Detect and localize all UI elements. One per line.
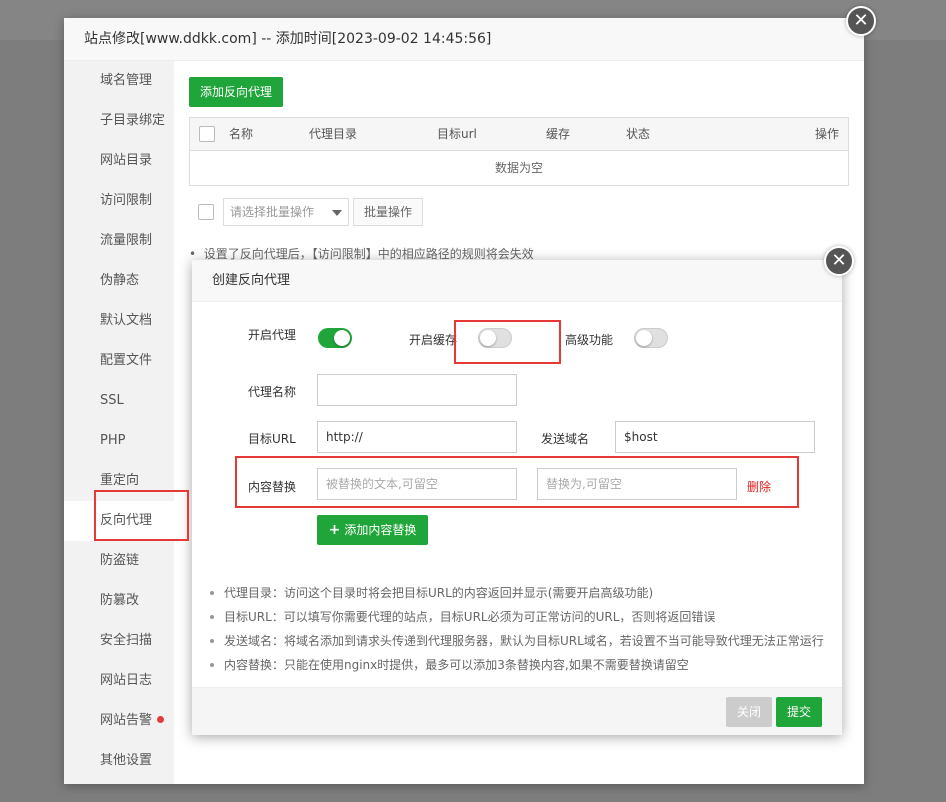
sidebar-item-label: 子目录绑定 — [100, 113, 166, 128]
add-replace-button[interactable]: + 添加内容替换 — [317, 515, 428, 545]
select-all-checkbox[interactable] — [199, 126, 215, 142]
sidebar-item-label: 重定向 — [100, 473, 140, 488]
empty-row: 数据为空 — [494, 161, 543, 175]
sidebar-item[interactable]: 其他设置 — [64, 741, 174, 781]
sidebar-item[interactable]: 子目录绑定 — [64, 101, 174, 141]
sidebar-item[interactable]: PHP — [64, 421, 174, 461]
col-target-url: 目标url — [437, 127, 477, 141]
sidebar-item-label: PHP — [100, 433, 126, 448]
col-proxy-dir: 代理目录 — [309, 127, 358, 141]
send-domain-label: 发送域名 — [541, 432, 590, 446]
sidebar-item-label: 默认文档 — [100, 313, 153, 328]
col-name: 名称 — [229, 127, 254, 141]
col-action: 操作 — [815, 127, 840, 141]
sidebar-item-label: 安全扫描 — [100, 633, 153, 648]
col-cache: 缓存 — [546, 127, 571, 141]
proxy-tip-text: 设置了反向代理后，【访问限制】中的相应路径的规则将会失效 — [203, 247, 534, 261]
sidebar-item[interactable]: 网站告警 — [64, 701, 174, 741]
batch-row: 请选择批量操作 批量操作 — [189, 198, 489, 228]
advanced-toggle[interactable] — [634, 328, 668, 348]
list-item: 内容替换：只能在使用nginx时提供，最多可以添加3条替换内容,如果不需要替换请… — [210, 657, 830, 681]
enable-proxy-toggle[interactable] — [318, 328, 352, 348]
advanced-label: 高级功能 — [565, 333, 614, 347]
highlight-content-replace — [235, 456, 799, 508]
sidebar-item[interactable]: 防篡改 — [64, 581, 174, 621]
close-icon[interactable]: ✕ — [824, 246, 854, 276]
dialog-footer: 关闭 提交 — [192, 687, 842, 735]
enable-proxy-label: 开启代理 — [248, 328, 297, 342]
proxy-table: 名称 代理目录 目标url 缓存 状态 操作 数据为空 — [189, 117, 849, 186]
proxy-name-input[interactable] — [317, 374, 517, 406]
send-domain-input[interactable]: $host — [615, 421, 815, 453]
sidebar-item[interactable]: 访问限制 — [64, 181, 174, 221]
sidebar-item[interactable]: 伪静态 — [64, 261, 174, 301]
close-button[interactable]: 关闭 — [726, 697, 772, 727]
col-status: 状态 — [626, 127, 651, 141]
highlight-cache-toggle — [454, 320, 561, 364]
create-proxy-title: 创建反向代理 — [192, 260, 842, 302]
batch-select[interactable]: 请选择批量操作 — [223, 198, 349, 226]
add-proxy-button[interactable]: 添加反向代理 — [189, 77, 283, 107]
batch-checkbox[interactable] — [198, 204, 214, 220]
sidebar-item-label: 其他设置 — [100, 753, 153, 768]
toggle-knob — [334, 330, 350, 346]
sidebar-item-label: SSL — [100, 393, 124, 408]
sidebar-item-label: 配置文件 — [100, 353, 153, 368]
sidebar-item-label: 网站日志 — [100, 673, 153, 688]
sidebar-item-label: 防盗链 — [100, 553, 140, 568]
sidebar-item-label: 网站告警 — [100, 713, 153, 728]
list-item: 目标URL：可以填写你需要代理的站点，目标URL必须为可正常访问的URL，否则将… — [210, 609, 830, 633]
sidebar-item-label: 访问限制 — [100, 193, 153, 208]
enable-cache-label: 开启缓存 — [409, 333, 458, 347]
highlight-sidebar-proxy — [94, 490, 189, 541]
sidebar: 域名管理子目录绑定网站目录访问限制流量限制伪静态默认文档配置文件 SSL PHP 重定… — [64, 61, 174, 784]
help-notes: 代理目录：访问这个目录时将会把目标URL的内容返回并显示(需要开启高级功能) 目… — [210, 585, 830, 681]
close-icon[interactable]: ✕ — [846, 6, 876, 36]
target-url-input[interactable]: http:// — [317, 421, 517, 453]
table-header: 名称 代理目录 目标url 缓存 状态 操作 — [190, 118, 848, 151]
submit-button[interactable]: 提交 — [776, 697, 822, 727]
proxy-name-label: 代理名称 — [248, 385, 297, 399]
dialog-title: 站点修改[www.ddkk.com] -- 添加时间[2023-09-02 14… — [64, 18, 864, 61]
list-item: 代理目录：访问这个目录时将会把目标URL的内容返回并显示(需要开启高级功能) — [210, 585, 830, 609]
batch-select-value: 请选择批量操作 — [230, 205, 315, 219]
add-replace-label: 添加内容替换 — [344, 523, 417, 537]
create-proxy-dialog: 创建反向代理 开启代理 开启缓存 高级功能 代理名称 目标URL http://… — [192, 260, 842, 735]
plus-icon: + — [328, 522, 341, 538]
sidebar-item-label: 伪静态 — [100, 273, 140, 288]
sidebar-item[interactable]: 流量限制 — [64, 221, 174, 261]
sidebar-item-label: 防篡改 — [100, 593, 140, 608]
list-item: 发送域名：将域名添加到请求头传递到代理服务器，默认为目标URL域名，若设置不当可… — [210, 633, 830, 657]
target-url-label: 目标URL — [248, 432, 296, 446]
sidebar-item-label: 域名管理 — [100, 73, 153, 88]
sidebar-item[interactable]: 域名管理 — [64, 61, 174, 101]
sidebar-item[interactable]: 网站日志 — [64, 661, 174, 701]
sidebar-item[interactable]: 默认文档 — [64, 301, 174, 341]
sidebar-item[interactable]: 安全扫描 — [64, 621, 174, 661]
sidebar-item-label: 流量限制 — [100, 233, 153, 248]
sidebar-item[interactable]: SSL — [64, 381, 174, 421]
sidebar-item[interactable]: 网站目录 — [64, 141, 174, 181]
alert-dot-icon — [157, 716, 165, 723]
chevron-down-icon — [332, 210, 342, 216]
sidebar-item[interactable]: 配置文件 — [64, 341, 174, 381]
sidebar-item[interactable]: 防盗链 — [64, 541, 174, 581]
sidebar-item-label: 网站目录 — [100, 153, 153, 168]
batch-button[interactable]: 批量操作 — [353, 198, 423, 226]
toggle-knob — [636, 330, 652, 346]
